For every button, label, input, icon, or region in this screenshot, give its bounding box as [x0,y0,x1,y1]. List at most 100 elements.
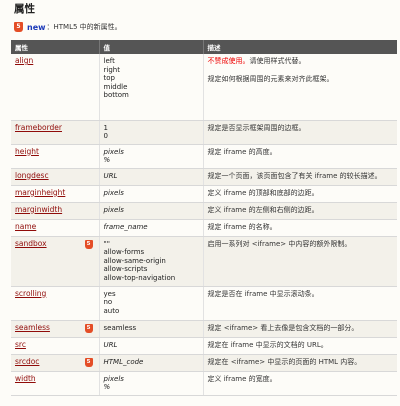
value-item: 0 [103,132,108,140]
value-item: right [103,65,120,74]
table-row: width pixels% 定义 iframe 的宽度。 [11,371,397,396]
description-cell: 不赞成使用。请使用样式代替。 规定如何根据周围的元素来对齐此框架。 [203,54,397,121]
attribute-link-height[interactable]: height [15,147,39,156]
description-text: 定义 iframe 的左侧和右侧的边距。 [208,206,394,215]
value-item: pixels [103,205,124,214]
html5-new-legend: 5 new ：HTML5 中的新属性。 [14,21,122,33]
description-cell: 规定是否显示框架周围的边框。 [203,120,397,145]
description-text: 规定 iframe 的名称。 [208,223,394,232]
description-cell: 规定 <iframe> 看上去像是包含文档的一部分。 [203,320,397,338]
value-item: allow-top-navigation [103,273,176,282]
table-row: align left right top middle bottom 不赞成使用。请使用样式… [11,54,397,121]
value-item: allow-forms [103,248,145,256]
attribute-cell: srcdoc 5 [11,354,100,372]
attribute-link-width[interactable]: width [15,374,36,383]
attribute-cell: longdesc [11,168,100,186]
description-main: 规定 <iframe> 看上去像是包含文档的一部分。 [207,323,359,332]
new-label: new [27,22,46,32]
attribute-cell: seamless 5 [11,320,100,338]
value-cell: yes no auto [99,286,204,321]
description-main: 规定 iframe 的名称。 [207,222,277,231]
attribute-cell: marginwidth [11,202,100,220]
value-cell: pixels% [99,144,204,169]
table-row: sandbox 5 "" allow-forms allow-same-origin al… [11,236,397,287]
value-item: 1 [103,123,108,132]
value-item: URL [103,340,118,349]
attribute-cell: height [11,144,100,169]
description-cell: 规定在 iframe 中显示的文档的 URL。 [203,337,397,355]
value-cell: 10 [99,120,204,145]
html5-icon: 5 [84,357,93,367]
value-item: top [103,74,115,82]
description-main: 规定 iframe 的高度。 [207,147,277,156]
description-main: 规定在 <iframe> 中显示的页面的 HTML 内容。 [207,357,362,366]
attribute-cell: align [11,54,100,121]
column-header-value: 值 [99,40,204,54]
description-main: 定义 iframe 的宽度。 [207,374,277,383]
attribute-cell: sandbox 5 [11,236,100,287]
deprecated-note: 不赞成使用。 [207,57,250,65]
value-item: no [103,298,113,306]
value-cell: left right top middle bottom [99,54,204,121]
description-text: 定义 iframe 的顶部和底部的边距。 [208,189,394,198]
description-text: 规定一个页面，该页面包含了有关 iframe 的较长描述。 [208,172,394,181]
value-cell: pixels [99,202,204,220]
attribute-link-src[interactable]: src [15,340,26,349]
description-text: 规定 <iframe> 看上去像是包含文档的一部分。 [208,324,394,333]
attribute-link-longdesc[interactable]: longdesc [15,171,49,180]
description-text: 启用一系列对 <iframe> 中内容的额外限制。 [208,240,394,249]
attribute-link-marginwidth[interactable]: marginwidth [15,205,62,214]
description-text: 规定 iframe 的高度。 [208,148,394,157]
new-legend-text: ：HTML5 中的新属性。 [46,23,122,31]
value-item: allow-same-origin [103,256,166,265]
attribute-link-frameborder[interactable]: frameborder [15,123,62,132]
value-item: % [103,156,111,164]
table-row: frameborder 1 0 规定是否显示框架周围的边框。 [11,120,397,145]
attribute-link-name[interactable]: name [15,222,36,231]
value-cell: seamless [99,320,204,338]
value-item: "" [103,239,110,248]
description-cell: 启用一系列对 <iframe> 中内容的额外限制。 [203,236,397,287]
description-cell: 定义 iframe 的顶部和底部的边距。 [203,185,397,203]
table-row: scrolling yes no auto 规定是否在 iframe 中显示滚动条。 [11,286,397,321]
attribute-link-srcdoc[interactable]: srcdoc [15,357,39,366]
value-item: yes [103,289,116,298]
table-header-row: 属性 值 描述 [11,40,397,54]
description-text: 规定是否显示框架周围的边框。 [208,124,394,133]
description-cell: 定义 iframe 的左侧和右侧的边距。 [203,202,397,220]
attribute-cell: marginheight [11,185,100,203]
value-cell: HTML_code [99,354,204,372]
value-item: bottom [103,91,129,99]
description-main: 规定是否显示框架周围的边框。 [207,123,306,132]
attribute-link-scrolling[interactable]: scrolling [15,289,46,298]
value-cell: URL [99,337,204,355]
html5-icon: 5 [84,239,93,249]
value-item: seamless [103,323,137,332]
value-item: pixels [103,147,124,156]
value-item: auto [103,306,120,315]
page-heading: 属性 [14,3,35,15]
attribute-link-marginheight[interactable]: marginheight [15,188,65,197]
description-main: 定义 iframe 的左侧和右侧的边距。 [207,205,319,214]
table-row: srcdoc 5 HTML_code 规定在 <iframe> 中显示的页面的 HTM… [11,354,397,372]
description-main: 规定在 iframe 中显示的文档的 URL。 [207,340,328,349]
table-row: seamless 5 seamless 规定 <iframe> 看上去像是包含文档的一… [11,320,397,338]
description-cell: 规定 iframe 的名称。 [203,219,397,237]
description-text: 不赞成使用。请使用样式代替。 [208,57,394,66]
value-item: left [103,57,115,65]
table-row: longdesc URL 规定一个页面，该页面包含了有关 iframe 的较长描述。 [11,168,397,186]
value-cell: URL [99,168,204,186]
value-item: HTML_code [103,357,144,366]
table-row: name frame_name 规定 iframe 的名称。 [11,219,397,237]
attributes-table: 属性 值 描述 align left right top middle bottom 不赞成… [11,40,397,396]
html5-icon: 5 [14,22,23,32]
value-cell: pixels% [99,371,204,396]
table-row: src URL 规定在 iframe 中显示的文档的 URL。 [11,337,397,355]
attribute-link-align[interactable]: align [15,56,33,65]
attribute-link-sandbox[interactable]: sandbox [15,239,47,248]
attribute-cell: frameborder [11,120,100,145]
attribute-link-seamless[interactable]: seamless [15,323,50,332]
description-cell: 规定 iframe 的高度。 [203,144,397,169]
description-cell: 规定是否在 iframe 中显示滚动条。 [203,286,397,321]
value-cell: "" allow-forms allow-same-origin allow-scri… [99,236,204,287]
